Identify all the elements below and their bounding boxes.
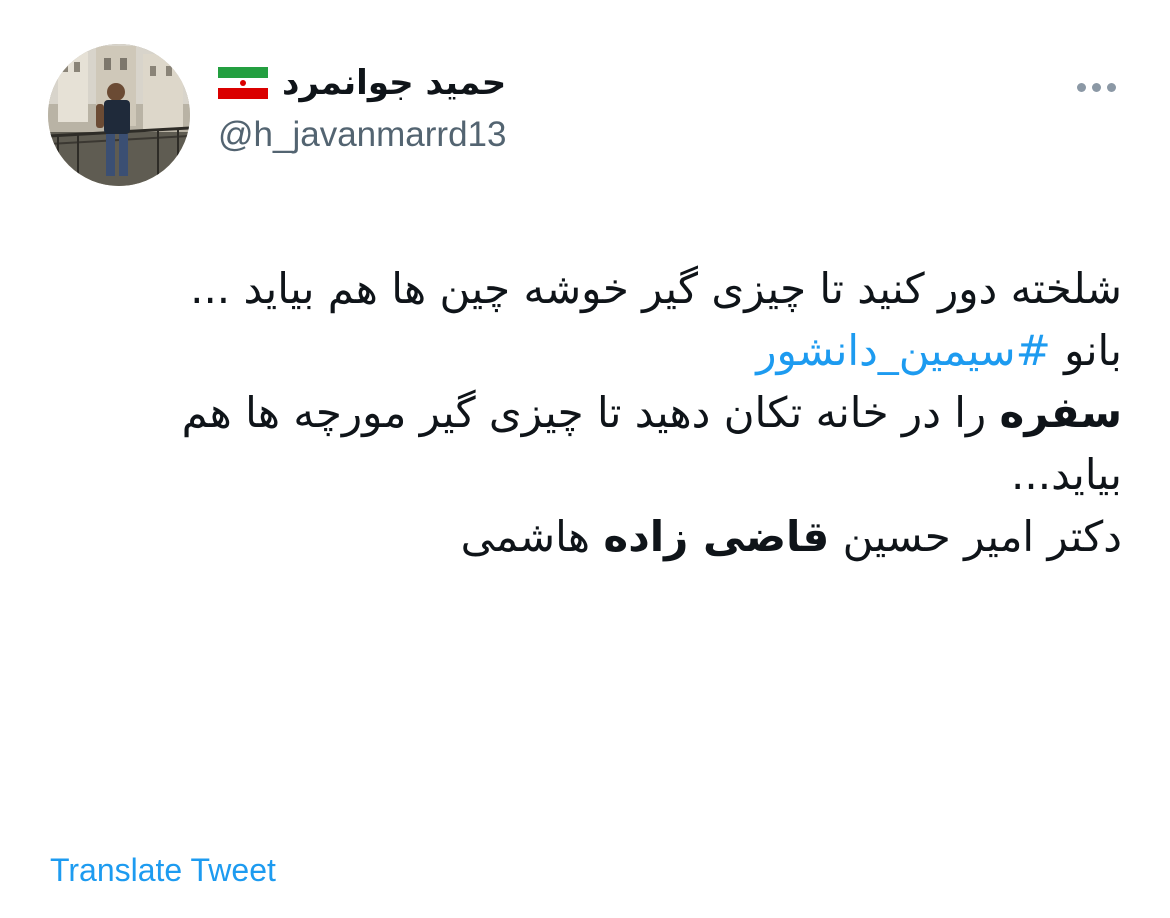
hashtag-link[interactable]: #سیمین_دانشور xyxy=(756,326,1051,375)
tweet-line-attribution-2: دکتر امیر حسین قاضی زاده هاشمی xyxy=(60,506,1122,568)
iran-flag-icon xyxy=(218,67,268,99)
attribution-2-prefix: دکتر امیر حسین xyxy=(829,512,1122,561)
attribution-2-suffix: هاشمی xyxy=(460,512,604,561)
more-dots-icon[interactable] xyxy=(1070,72,1122,102)
tweet-line-attribution-1: بانو #سیمین_دانشور xyxy=(60,320,1122,382)
author-display-name: حمید جوانمرد xyxy=(282,63,507,103)
tweet-line-quote-2: سفره را در خانه تکان دهید تا چیزی گیر مو… xyxy=(60,382,1122,506)
dot xyxy=(1076,82,1086,92)
attribution-2-bold: قاضی زاده xyxy=(603,512,830,561)
tweet-line-quote-1: شلخته دور کنید تا چیزی گیر خوشه چین ها ه… xyxy=(190,264,1122,313)
author-handle[interactable]: @h_javanmarrd13 xyxy=(218,110,506,160)
attribution-prefix: بانو xyxy=(1050,326,1122,375)
dot xyxy=(1106,82,1116,92)
quote-2-text: را در خانه تکان دهید تا چیزی گیر مورچه ه… xyxy=(181,388,1122,499)
author-name-row[interactable]: حمید جوانمرد xyxy=(218,58,506,108)
avatar[interactable] xyxy=(48,44,190,186)
profile-photo xyxy=(48,44,190,186)
translate-tweet-link[interactable]: Translate Tweet xyxy=(50,848,276,892)
tweet-text: شلخته دور کنید تا چیزی گیر خوشه چین ها ه… xyxy=(60,258,1122,568)
bold-word: سفره xyxy=(999,388,1122,437)
dot xyxy=(1091,82,1101,92)
